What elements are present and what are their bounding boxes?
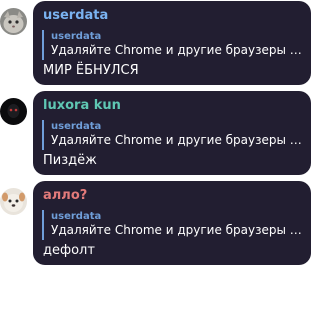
reply-author: userdata — [51, 121, 102, 132]
reply-quote[interactable]: userdata Удаляйте Chrome и другие браузе… — [42, 30, 303, 60]
message-1[interactable]: userdata userdata Удаляйте Chrome и друг… — [0, 0, 311, 86]
author-name[interactable]: алло? — [43, 188, 87, 203]
message-bubble: luxora kun userdata Удаляйте Chrome и др… — [33, 91, 311, 175]
message-3[interactable]: алло? userdata Удаляйте Chrome и другие … — [0, 180, 311, 266]
cat-avatar-icon — [0, 8, 27, 35]
message-text: дефолт — [43, 243, 95, 258]
reply-quote[interactable]: userdata Удаляйте Chrome и другие браузе… — [42, 120, 303, 150]
dark-avatar[interactable] — [0, 98, 27, 125]
cat-avatar[interactable] — [0, 8, 27, 35]
reply-author: userdata — [51, 211, 102, 222]
author-name[interactable]: luxora kun — [43, 98, 121, 113]
reply-text: Удаляйте Chrome и другие браузеры на ... — [51, 43, 303, 57]
author-name[interactable]: userdata — [43, 8, 108, 23]
message-2[interactable]: luxora kun userdata Удаляйте Chrome и др… — [0, 90, 311, 176]
dog-avatar[interactable] — [0, 188, 27, 215]
dark-avatar-icon — [0, 98, 27, 125]
reply-text: Удаляйте Chrome и другие браузеры на ... — [51, 133, 303, 147]
message-bubble: алло? userdata Удаляйте Chrome и другие … — [33, 181, 311, 265]
message-text: МИР ЁБНУЛСЯ — [43, 63, 139, 78]
chat-history: userdata userdata Удаляйте Chrome и друг… — [0, 0, 311, 320]
reply-text: Удаляйте Chrome и другие браузеры на ... — [51, 223, 303, 237]
dog-avatar-icon — [0, 188, 27, 215]
reply-quote[interactable]: userdata Удаляйте Chrome и другие браузе… — [42, 210, 303, 240]
reply-author: userdata — [51, 31, 102, 42]
message-text: Пиздёж — [43, 153, 97, 168]
message-bubble: userdata userdata Удаляйте Chrome и друг… — [33, 1, 311, 85]
